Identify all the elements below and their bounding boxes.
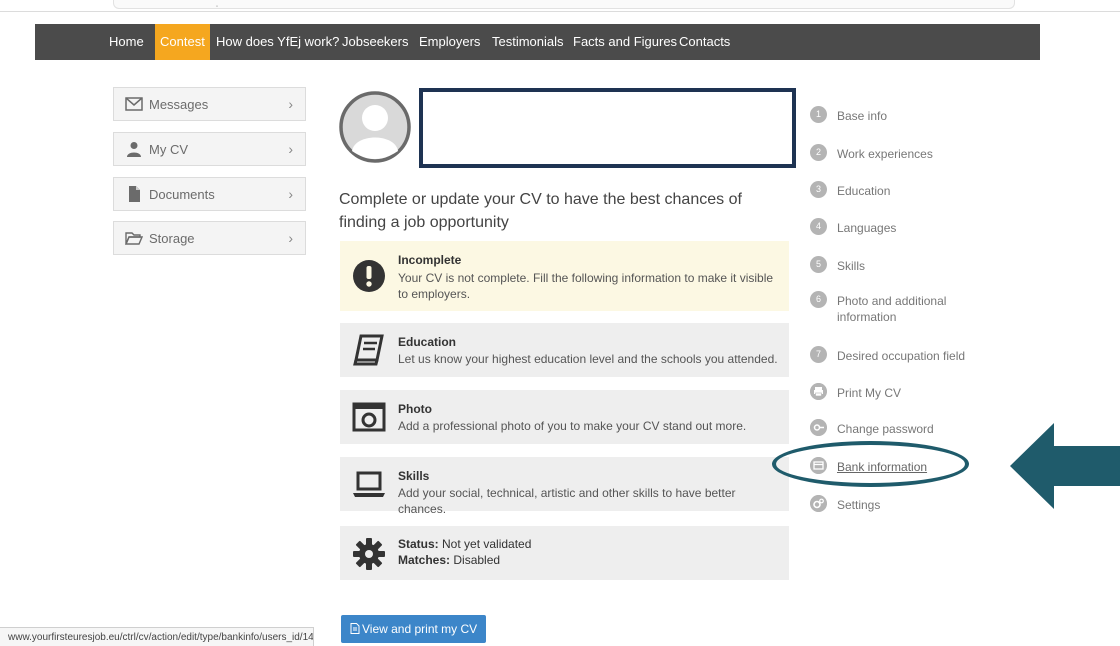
nav-facts-figures[interactable]: Facts and Figures xyxy=(568,24,682,60)
card-title: Photo xyxy=(398,402,432,416)
view-print-cv-button[interactable]: View and print my CV xyxy=(341,615,487,643)
step-number: 4 xyxy=(810,218,827,235)
photo-card[interactable]: Photo Add a professional photo of you to… xyxy=(340,390,789,444)
alert-text: Your CV is not complete. Fill the follow… xyxy=(398,271,774,301)
chevron-right-icon: › xyxy=(288,96,293,112)
card-text: Let us know your highest education level… xyxy=(398,352,778,366)
status-label: Status: xyxy=(398,537,439,551)
gears-icon xyxy=(810,495,827,512)
button-label: View and print my CV xyxy=(362,622,478,636)
step-number: 3 xyxy=(810,181,827,198)
gear-icon xyxy=(353,538,385,570)
step-number: 5 xyxy=(810,256,827,273)
envelope-icon xyxy=(125,97,143,111)
step-number: 1 xyxy=(810,106,827,123)
sidebar-item-label: Messages xyxy=(149,97,209,112)
step-label: Photo and additional information xyxy=(837,294,947,324)
exclamation-icon xyxy=(353,260,385,292)
sidebar-item-label: My CV xyxy=(149,142,188,157)
cv-intro-text: Complete or update your CV to have the b… xyxy=(339,191,742,231)
alert-title: Incomplete xyxy=(398,253,462,267)
print-icon xyxy=(810,383,827,400)
chevron-right-icon: › xyxy=(288,141,293,157)
sidebar-item-documents[interactable]: Documents › xyxy=(113,177,306,211)
matches-line: Matches: Disabled xyxy=(398,553,500,567)
status-value: Not yet validated xyxy=(442,537,532,551)
folder-icon xyxy=(125,232,143,245)
step-label: Education xyxy=(837,184,891,198)
nav-testimonials[interactable]: Testimonials xyxy=(487,24,569,60)
skills-card[interactable]: Skills Add your social, technical, artis… xyxy=(340,457,789,516)
top-divider xyxy=(0,11,1120,12)
key-icon xyxy=(810,419,827,436)
sidebar-item-label: Documents xyxy=(149,187,215,202)
matches-label: Matches: xyxy=(398,553,451,567)
step-label: Settings xyxy=(837,498,881,512)
incomplete-alert: Incomplete Your CV is not complete. Fill… xyxy=(340,241,789,311)
status-card: Status: Not yet validated Matches: Disab… xyxy=(340,526,789,580)
step-label: Skills xyxy=(837,259,866,273)
main-nav: Home Contest How does YfEj work? Jobseek… xyxy=(35,24,1040,60)
document-icon xyxy=(129,186,140,202)
matches-value: Disabled xyxy=(453,553,501,567)
arrow-left-annotation xyxy=(1010,423,1120,509)
name-redaction-box xyxy=(419,88,796,168)
highlight-oval-annotation xyxy=(772,441,969,487)
chevron-right-icon: › xyxy=(288,230,293,246)
nav-contest[interactable]: Contest xyxy=(155,24,210,60)
status-bar-url: www.yourfirsteuresjob.eu/ctrl/cv/action/… xyxy=(0,627,314,646)
card-text: Add a professional photo of you to make … xyxy=(398,419,747,433)
sidebar-item-label: Storage xyxy=(149,231,195,246)
nav-employers[interactable]: Employers xyxy=(414,24,485,60)
nav-contacts[interactable]: Contacts xyxy=(674,24,735,60)
top-search-strip xyxy=(113,0,1015,9)
sidebar-item-my-cv[interactable]: My CV › xyxy=(113,132,306,166)
step-label: Print My CV xyxy=(837,386,902,400)
step-number: 7 xyxy=(810,346,827,363)
card-text: Add your social, technical, artistic and… xyxy=(398,486,736,516)
avatar[interactable] xyxy=(339,85,411,170)
camera-icon xyxy=(352,402,386,432)
step-number: 6 xyxy=(810,291,827,308)
book-icon xyxy=(353,334,384,366)
sidebar-item-messages[interactable]: Messages › xyxy=(113,87,306,121)
step-label: Base info xyxy=(837,109,888,123)
sidebar-item-storage[interactable]: Storage › xyxy=(113,221,306,255)
status-line: Status: Not yet validated xyxy=(398,537,531,551)
card-title: Skills xyxy=(398,469,430,483)
step-label: Work experiences xyxy=(837,147,933,161)
document-icon xyxy=(350,623,360,634)
card-title: Education xyxy=(398,335,457,349)
laptop-icon xyxy=(353,471,385,497)
step-label: Change password xyxy=(837,422,934,436)
step-number: 2 xyxy=(810,144,827,161)
step-label: Desired occupation field xyxy=(837,349,966,363)
chevron-right-icon: › xyxy=(288,186,293,202)
user-icon xyxy=(127,142,141,157)
nav-how-it-works[interactable]: How does YfEj work? xyxy=(211,24,344,60)
nav-jobseekers[interactable]: Jobseekers xyxy=(337,24,413,60)
education-card[interactable]: Education Let us know your highest educa… xyxy=(340,323,789,377)
nav-home[interactable]: Home xyxy=(104,24,149,60)
step-label: Languages xyxy=(837,221,897,235)
